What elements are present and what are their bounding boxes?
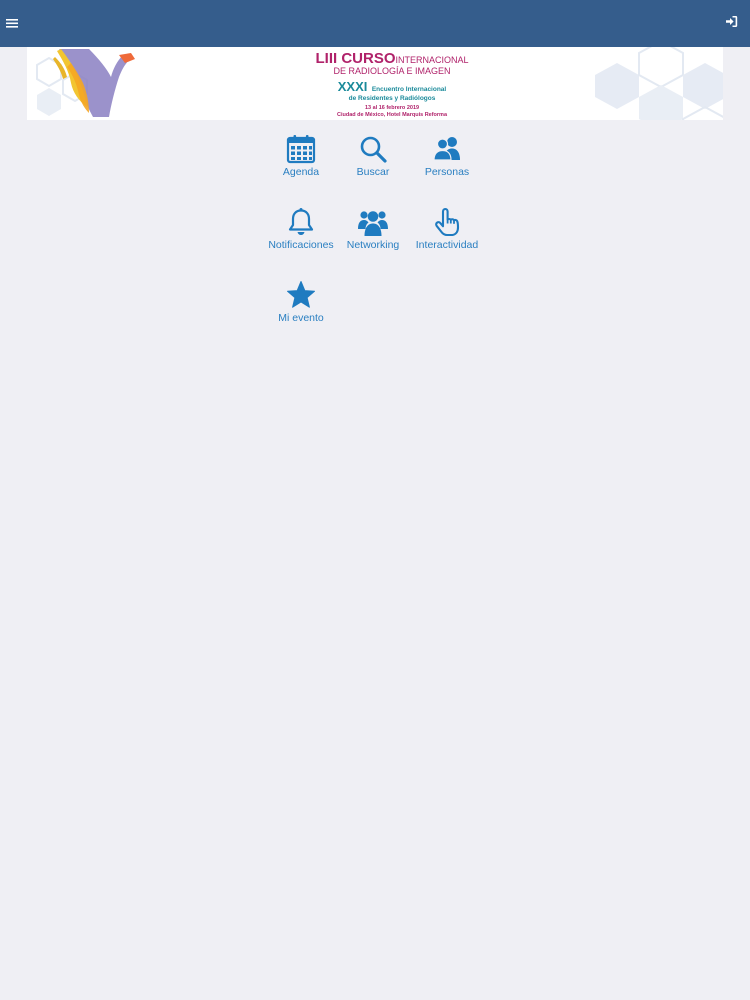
menu-item-mi-evento[interactable]: Mi evento (264, 280, 338, 340)
menu-item-label: Mi evento (278, 312, 324, 324)
banner-course-subtitle: INTERNACIONAL (395, 55, 469, 65)
menu-item-buscar[interactable]: Buscar (336, 134, 410, 194)
hamburger-menu-icon[interactable] (6, 16, 22, 32)
menu-item-notificaciones[interactable]: Notificaciones (264, 207, 338, 267)
event-banner: LIII CURSOINTERNACIONAL DE RADIOLOGÍA E … (27, 47, 723, 120)
star-icon (287, 281, 315, 308)
menu-item-interactividad[interactable]: Interactividad (410, 207, 484, 267)
banner-line-2: DE RADIOLOGÍA E IMAGEN (333, 66, 451, 76)
banner-encounter-number: XXXI (337, 79, 368, 94)
banner-line-4: de Residentes y Radiólogos (348, 95, 436, 102)
sign-in-icon[interactable] (725, 15, 741, 31)
search-icon (360, 136, 387, 163)
users-icon (433, 137, 460, 161)
group-icon (358, 211, 388, 236)
calendar-icon (286, 135, 316, 164)
menu-item-networking[interactable]: Networking (336, 207, 410, 267)
banner-venue: Ciudad de México, Hotel Marquis Reforma (336, 112, 448, 118)
top-bar (0, 0, 750, 47)
banner-course-title: LIII CURSO (315, 50, 396, 67)
menu-item-label: Personas (424, 166, 470, 178)
banner-line-1: LIII CURSOINTERNACIONAL (227, 51, 557, 66)
menu-item-agenda[interactable]: Agenda (264, 134, 338, 194)
banner-title: LIII CURSOINTERNACIONAL DE RADIOLOGÍA E … (227, 51, 557, 119)
banner-dates: 13 al 16 febrero 2019 (364, 104, 420, 111)
banner-encounter-title: Encuentro Internacional (371, 86, 447, 93)
bell-icon (288, 208, 314, 235)
banner-line-3: XXXI Encuentro Internacional (227, 79, 557, 95)
pointer-hand-icon (435, 207, 460, 237)
menu-item-personas[interactable]: Personas (410, 134, 484, 194)
menu-item-label: Interactividad (415, 239, 479, 251)
